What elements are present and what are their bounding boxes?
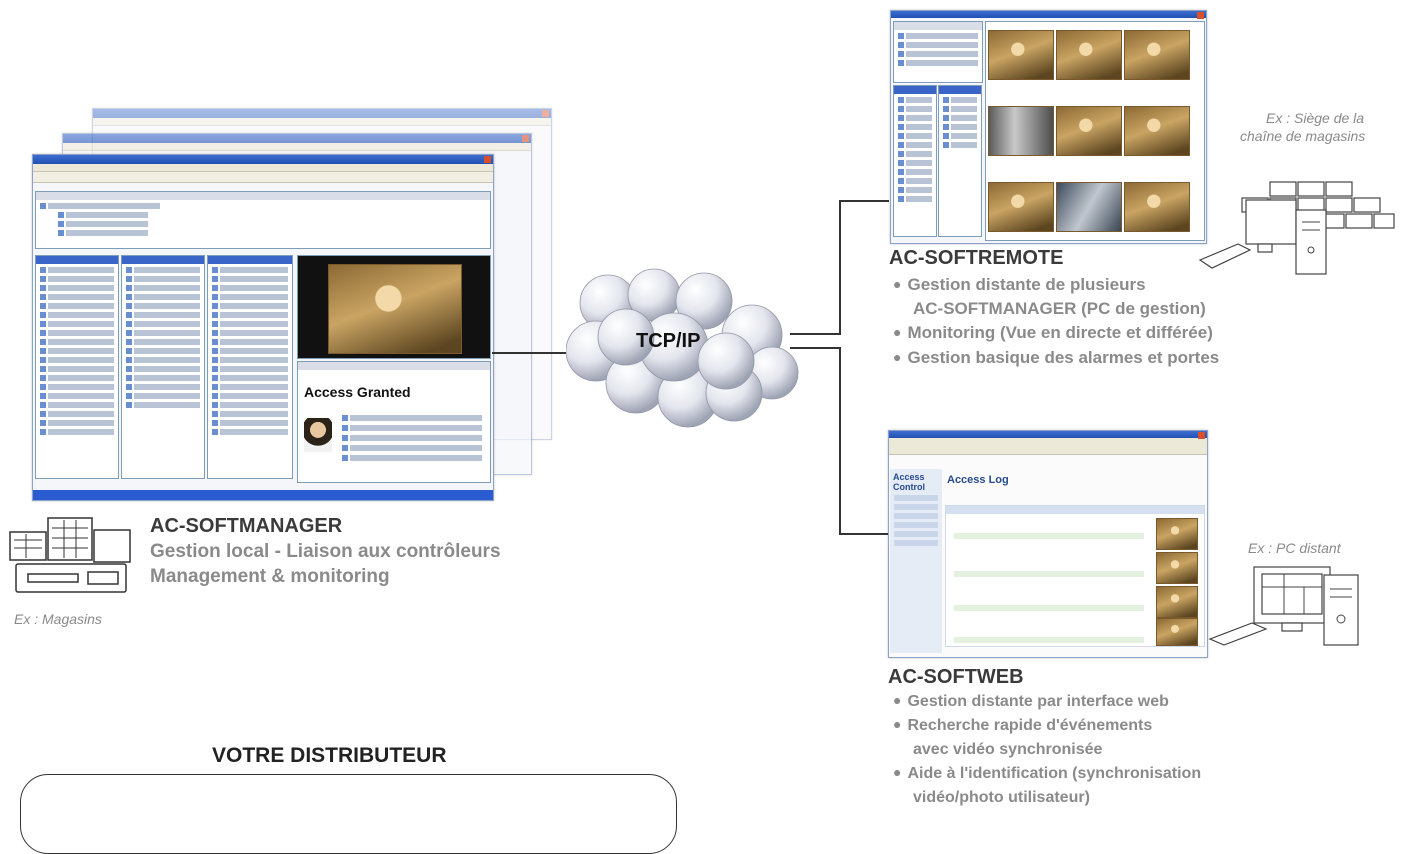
distributor-box <box>20 774 677 854</box>
link-vertical <box>839 200 841 335</box>
web-title: AC-SOFTWEB <box>888 666 1024 688</box>
link-vertical-lower <box>839 347 841 535</box>
remote-example-2: chaîne de magasins <box>1240 128 1366 144</box>
manager-line-2: Management & monitoring <box>150 566 390 587</box>
camera-thumb <box>1056 30 1122 80</box>
manager-title: AC-SOFTMANAGER <box>150 515 343 537</box>
event-pane-1 <box>35 255 119 479</box>
remote-bullet-1-cont: AC-SOFTMANAGER (PC de gestion) <box>913 299 1206 318</box>
web-main-title: Access Log <box>947 474 1009 486</box>
remote-event-pane-1 <box>893 85 937 237</box>
event-snapshot <box>1156 518 1198 550</box>
live-video-pane <box>297 255 491 359</box>
link-to-web <box>839 533 889 535</box>
web-bullet-1: Gestion distante par interface web <box>893 693 1168 711</box>
remote-window <box>890 10 1207 244</box>
web-sidebar: Access Control <box>890 469 942 653</box>
remote-bullet-1: Gestion distante de plusieurs <box>893 275 1145 295</box>
remote-video-grid <box>985 21 1205 241</box>
camera-thumb <box>1056 182 1122 232</box>
store-pos-icon <box>9 517 131 593</box>
camera-thumb <box>1124 106 1190 156</box>
web-window: Access Control Access Log <box>888 430 1208 658</box>
distributor-title: VOTRE DISTRIBUTEUR <box>212 744 447 767</box>
event-pane-2 <box>121 255 205 479</box>
web-bullet-3: Aide à l'identification (synchronisation <box>893 765 1201 783</box>
camera-thumb <box>988 30 1054 80</box>
manager-window-front: Access Granted <box>32 154 494 501</box>
remote-event-pane-2 <box>938 85 982 237</box>
event-snapshot <box>1156 618 1198 646</box>
video-wall-workstation-icon <box>1198 181 1395 275</box>
camera-thumb <box>988 182 1054 232</box>
camera-thumb <box>1124 182 1190 232</box>
web-bullet-2: Recherche rapide d'événements <box>893 717 1152 735</box>
remote-example-1: Ex : Siège de la <box>1266 110 1365 126</box>
web-bullet-2-cont: avec vidéo synchronisée <box>913 741 1103 758</box>
camera-thumb <box>988 106 1054 156</box>
network-label: TCP/IP <box>636 330 701 352</box>
access-granted-title: Access Granted <box>304 384 411 400</box>
live-video-frame <box>328 264 462 354</box>
remote-title: AC-SOFTREMOTE <box>889 247 1064 269</box>
manager-example: Ex : Magasins <box>14 611 102 627</box>
web-bullet-3-cont: vidéo/photo utilisateur) <box>913 789 1090 806</box>
access-granted-popup: Access Granted <box>297 361 491 483</box>
link-to-remote <box>839 200 889 202</box>
event-snapshot <box>1156 552 1198 584</box>
remote-tree-pane <box>893 21 983 83</box>
camera-thumb <box>1056 106 1122 156</box>
manager-line-1: Gestion local - Liaison aux contrôleurs <box>150 541 501 562</box>
web-sidebar-title: Access Control <box>893 472 925 492</box>
remote-bullet-3: Gestion basique des alarmes et portes <box>893 348 1219 368</box>
remote-pc-icon <box>1208 566 1359 646</box>
remote-bullet-2: Monitoring (Vue en directe et différée) <box>893 323 1212 343</box>
camera-thumb <box>1124 30 1190 80</box>
event-pane-3 <box>207 255 293 479</box>
user-photo <box>304 418 332 452</box>
web-log-table <box>945 505 1205 647</box>
device-tree-pane <box>35 191 491 249</box>
event-snapshot <box>1156 586 1198 618</box>
web-example: Ex : PC distant <box>1248 540 1341 556</box>
